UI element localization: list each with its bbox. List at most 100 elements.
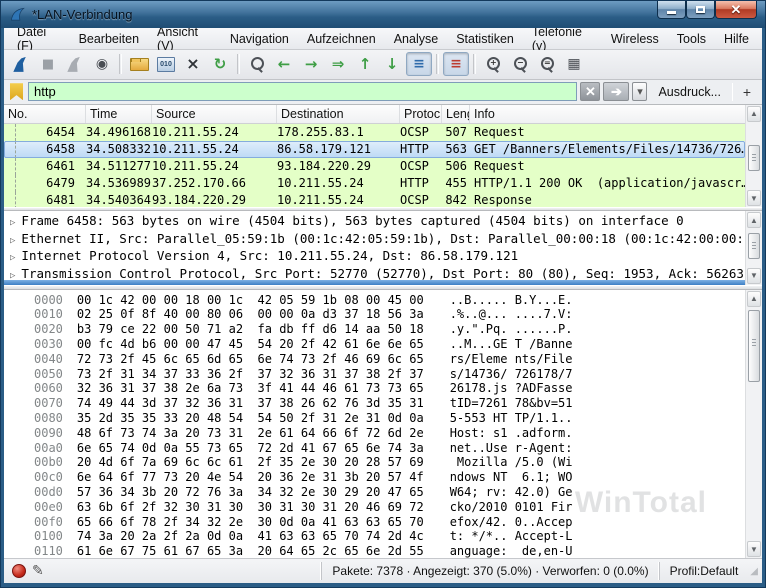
hex-bytes: 48 6f 73 74 3a 20 73 31 2e 61 64 66 6f 7… [76,425,424,440]
clear-filter-button[interactable]: ✕ [580,82,601,102]
hex-row[interactable]: 00f0 65 66 6f 78 2f 34 32 2e 30 0d 0a 41 … [34,515,745,530]
hex-row[interactable]: 00c0 6e 64 6f 77 73 20 4e 54 20 36 2e 31 … [34,470,745,485]
scrollbar-thumb[interactable] [748,309,760,382]
menu-item[interactable]: Aufzeichnen [298,30,385,48]
packet-row[interactable]: 6458 34.508332 10.211.55.24 86.58.179.12… [4,140,745,158]
hex-row[interactable]: 0020 b3 79 ce 22 00 50 71 a2 fa db ff d6 … [34,322,745,337]
related-packet-gutter [4,174,16,192]
hex-row[interactable]: 0030 00 fc 4d b6 00 00 47 45 54 20 2f 42 … [34,337,745,352]
scrollbar-thumb[interactable] [748,233,760,260]
go-to-bottom-icon[interactable]: ↓ [379,52,405,76]
bytes-scrollbar[interactable]: ▲ ▼ [745,289,762,558]
go-forward-icon[interactable]: → [298,52,324,76]
scroll-up-icon[interactable]: ▲ [747,105,761,122]
expression-button[interactable]: Ausdruck... [650,85,729,99]
hex-ascii: .y.".Pq. ......P. [449,322,573,337]
hex-row[interactable]: 00e0 63 6b 6f 2f 32 30 31 30 30 31 30 31 … [34,500,745,515]
menu-item[interactable]: Statistiken [447,30,523,48]
hex-bytes: 20 4d 6f 7a 69 6c 6c 61 2f 35 2e 30 20 2… [76,455,424,470]
packet-row[interactable]: 6479 34.536989 37.252.170.66 10.211.55.2… [4,174,745,192]
details-scrollbar[interactable]: ▲ ▼ [745,211,762,285]
display-filter-input[interactable] [28,82,578,102]
hex-row[interactable]: 00a0 6e 65 74 0d 0a 55 73 65 72 2d 41 67 … [34,441,745,456]
bookmark-icon[interactable] [10,83,23,101]
close-button[interactable]: ✕ [715,1,757,19]
expert-info-icon[interactable] [12,564,26,578]
hex-bytes: 32 36 31 37 38 2e 6a 73 3f 41 44 46 61 7… [76,381,424,396]
packet-row[interactable]: 6454 34.496168 10.211.55.24 178.255.83.1… [4,123,745,141]
apply-filter-button[interactable]: ➔ [603,82,630,102]
column-header-no[interactable]: No. [4,104,86,123]
column-header-time[interactable]: Time [86,104,152,123]
maximize-button[interactable] [686,1,715,19]
zoom-out-icon[interactable]: − [507,52,533,76]
hex-row[interactable]: 0050 73 2f 31 34 37 33 36 2f 37 32 36 31 … [34,367,745,382]
detail-row[interactable]: Ethernet II, Src: Parallel_05:59:1b (00:… [8,230,745,248]
toolbar-separator [119,54,122,75]
restart-capture-icon[interactable] [62,52,88,76]
hex-row[interactable]: 0040 72 73 2f 45 6c 65 6d 65 6e 74 73 2f … [34,352,745,367]
hex-row[interactable]: 0110 61 6e 67 75 61 67 65 3a 20 64 65 2c … [34,544,745,558]
hex-row[interactable]: 0070 74 49 44 3d 37 32 36 31 37 38 26 62 … [34,396,745,411]
capture-options-icon[interactable]: ◉ [89,52,115,76]
start-capture-icon[interactable] [8,52,34,76]
close-file-icon[interactable]: × [180,52,206,76]
scroll-down-icon[interactable]: ▼ [747,190,761,207]
go-back-icon[interactable]: ← [271,52,297,76]
menu-item[interactable]: Bearbeiten [70,30,148,48]
column-header-source[interactable]: Source [152,104,277,123]
add-filter-button[interactable]: + [736,82,758,101]
go-to-packet-icon[interactable]: ⇒ [325,52,351,76]
hex-row[interactable]: 0060 32 36 31 37 38 2e 6a 73 3f 41 44 46 … [34,381,745,396]
menu-item[interactable]: Analyse [385,30,447,48]
colorize-icon[interactable]: ≡ [443,52,469,77]
zoom-original-icon[interactable]: = [534,52,560,76]
hex-row[interactable]: 0010 02 25 0f 8f 40 00 80 06 00 00 0a d3 … [34,307,745,322]
hex-row[interactable]: 00b0 20 4d 6f 7a 69 6c 6c 61 2f 35 2e 30 … [34,455,745,470]
scroll-up-icon[interactable]: ▲ [747,212,761,229]
scrollbar-thumb[interactable] [748,144,760,171]
profile-label[interactable]: Profil:Default [658,562,749,580]
auto-scroll-icon[interactable]: ≡ [406,52,432,77]
hex-row[interactable]: 0090 48 6f 73 74 3a 20 73 31 2e 61 64 66 … [34,426,745,441]
column-header-info[interactable]: Info [470,104,762,123]
hex-row[interactable]: 0000 00 1c 42 00 00 18 00 1c 42 05 59 1b … [34,293,745,308]
cell-source: 93.184.220.29 [152,192,246,207]
column-header-destination[interactable]: Destination [277,104,400,123]
resize-grip[interactable]: ◢ [750,566,758,577]
packet-row[interactable]: 6481 34.540364 93.184.220.29 10.211.55.2… [4,191,745,208]
minimize-button[interactable] [657,1,686,19]
hex-row[interactable]: 00d0 57 36 34 3b 20 72 76 3a 34 32 2e 30 … [34,485,745,500]
scroll-down-icon[interactable]: ▼ [747,541,761,557]
scroll-down-icon[interactable]: ▼ [747,267,761,284]
scroll-up-icon[interactable]: ▲ [747,290,761,307]
go-to-top-icon[interactable]: ↑ [352,52,378,76]
hex-row[interactable]: 0100 74 3a 20 2a 2f 2a 0d 0a 41 63 63 65 … [34,529,745,544]
detail-row[interactable]: Internet Protocol Version 4, Src: 10.211… [8,247,745,265]
menu-item[interactable]: Wireless [602,30,668,48]
hex-offset: 00b0 [34,455,63,470]
cell-protocol: OCSP [400,124,429,139]
menu-item[interactable]: Navigation [221,30,298,48]
hex-offset: 0040 [34,351,63,366]
menu-item[interactable]: Hilfe [715,30,758,48]
stop-capture-icon[interactable]: ■ [35,52,61,76]
reload-icon[interactable]: ↻ [207,52,233,76]
find-packet-icon[interactable] [244,52,270,76]
filter-dropdown-button[interactable]: ▾ [632,82,648,102]
menu-item[interactable]: Tools [668,30,715,48]
cell-protocol: OCSP [400,158,429,173]
open-file-icon[interactable] [126,52,152,76]
save-file-icon[interactable] [153,52,179,76]
capture-comment-icon[interactable]: ✎ [32,563,44,579]
selected-detail-row[interactable] [4,279,745,285]
hex-row[interactable]: 0080 35 2d 35 35 33 20 48 54 54 50 2f 31 … [34,411,745,426]
column-header-length[interactable]: Lengt [442,104,470,123]
detail-row[interactable]: Frame 6458: 563 bytes on wire (4504 bits… [8,212,745,230]
zoom-in-icon[interactable]: + [480,52,506,76]
packet-row[interactable]: 6461 34.511277 10.211.55.24 93.184.220.2… [4,157,745,175]
column-header-protocol[interactable]: Protoc [400,104,442,123]
cell-time: 34.511277 [86,158,152,173]
packet-list-scrollbar[interactable]: ▲ ▼ [745,104,762,208]
resize-columns-icon[interactable]: ▦ [561,52,587,76]
